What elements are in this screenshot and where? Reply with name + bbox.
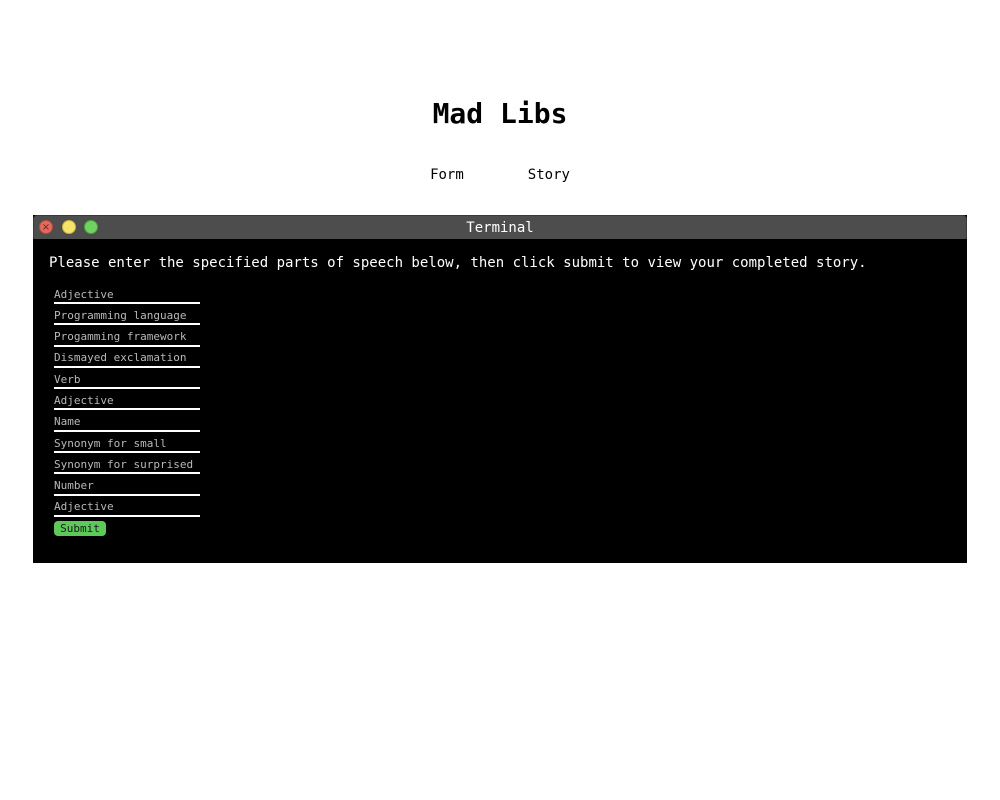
adjective-input-2[interactable] [54, 392, 200, 411]
adjective-input-1[interactable] [54, 286, 200, 304]
number-input[interactable] [54, 477, 200, 496]
mad-libs-form: Submit [54, 286, 202, 536]
close-icon[interactable]: × [39, 220, 53, 234]
maximize-icon[interactable] [84, 220, 98, 234]
terminal-titlebar: Terminal × [33, 215, 967, 239]
page-title: Mad Libs [432, 97, 568, 130]
verb-input[interactable] [54, 371, 200, 390]
instructions-text: Please enter the specified parts of spee… [49, 255, 867, 271]
terminal-window: Terminal × Please enter the specified pa… [33, 215, 967, 563]
programming-framework-input[interactable] [54, 328, 200, 347]
adjective-input-3[interactable] [54, 498, 200, 517]
main-nav: Form Story [0, 166, 1000, 184]
programming-language-input[interactable] [54, 307, 200, 326]
name-input[interactable] [54, 413, 200, 432]
nav-link-story[interactable]: Story [528, 166, 570, 184]
submit-button[interactable]: Submit [54, 520, 106, 536]
dismayed-exclamation-input[interactable] [54, 349, 200, 368]
minimize-icon[interactable] [62, 220, 76, 234]
synonym-surprised-input[interactable] [54, 456, 200, 475]
synonym-small-input[interactable] [54, 435, 200, 454]
terminal-title: Terminal [466, 220, 534, 236]
nav-link-form[interactable]: Form [430, 166, 464, 184]
